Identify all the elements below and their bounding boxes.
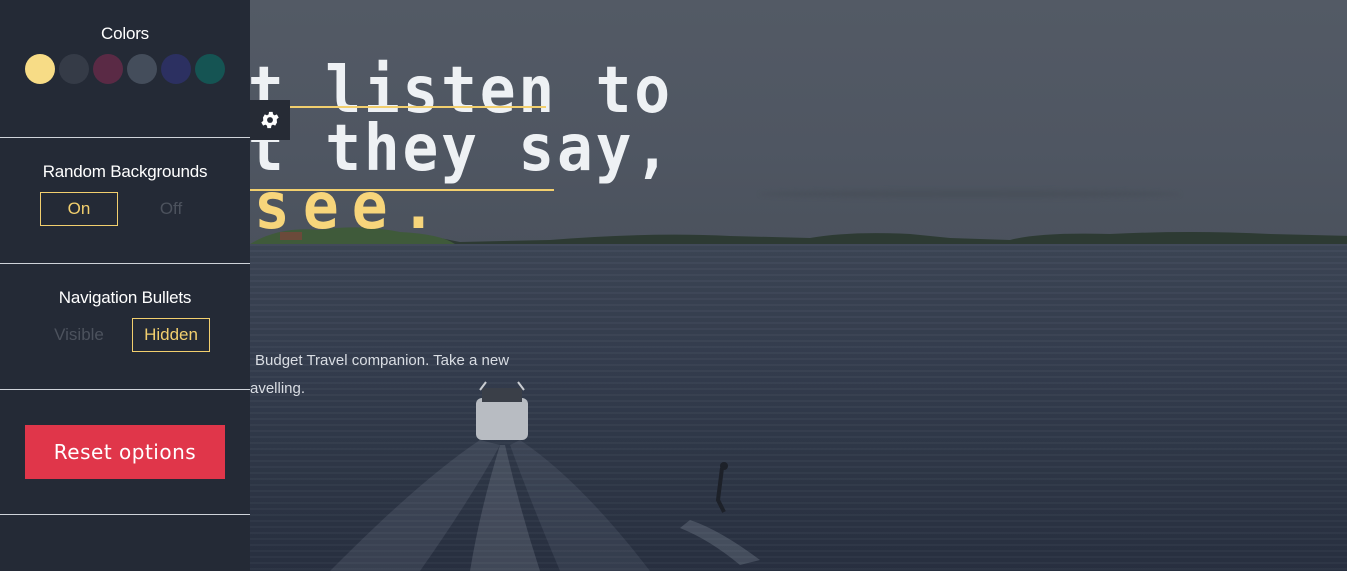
hero-subtext: Budget Travel companion. Take a new avel… [250, 347, 550, 403]
subtext-line-1: Budget Travel companion. Take a new [255, 352, 510, 369]
colors-title: Colors [101, 24, 149, 43]
reset-options-button[interactable]: Reset options [25, 425, 225, 479]
hero-headline: t listen to t they say, see. [248, 59, 705, 244]
color-swatch-slate[interactable] [127, 54, 157, 84]
color-swatch-teal[interactable] [195, 54, 225, 84]
settings-toggle-button[interactable] [250, 100, 290, 140]
color-swatch-yellow[interactable] [25, 54, 55, 84]
colors-section: Colors [0, 0, 250, 138]
color-swatches [0, 54, 250, 84]
navigation-bullets-section: Navigation Bullets Visible Hidden [0, 264, 250, 390]
color-swatch-dark-gray[interactable] [59, 54, 89, 84]
random-backgrounds-on-button[interactable]: On [40, 192, 118, 226]
strikethrough-line-2 [250, 189, 554, 191]
reset-section: Reset options [0, 390, 250, 515]
strikethrough-line-1 [250, 106, 546, 108]
random-backgrounds-title: Random Backgrounds [42, 162, 208, 181]
navigation-bullets-visible-button[interactable]: Visible [40, 318, 118, 352]
color-swatch-navy[interactable] [161, 54, 191, 84]
random-backgrounds-section: Random Backgrounds On Off [0, 138, 250, 264]
color-swatch-plum[interactable] [93, 54, 123, 84]
navigation-bullets-title: Navigation Bullets [58, 288, 192, 307]
options-panel: Colors Random Backgrounds On Off Navigat… [0, 0, 250, 571]
gear-icon [261, 111, 279, 129]
subtext-line-2: avelling. [250, 380, 306, 397]
headline-line-3: see. [254, 170, 450, 244]
navigation-bullets-hidden-button[interactable]: Hidden [132, 318, 210, 352]
random-backgrounds-off-button[interactable]: Off [132, 192, 210, 226]
